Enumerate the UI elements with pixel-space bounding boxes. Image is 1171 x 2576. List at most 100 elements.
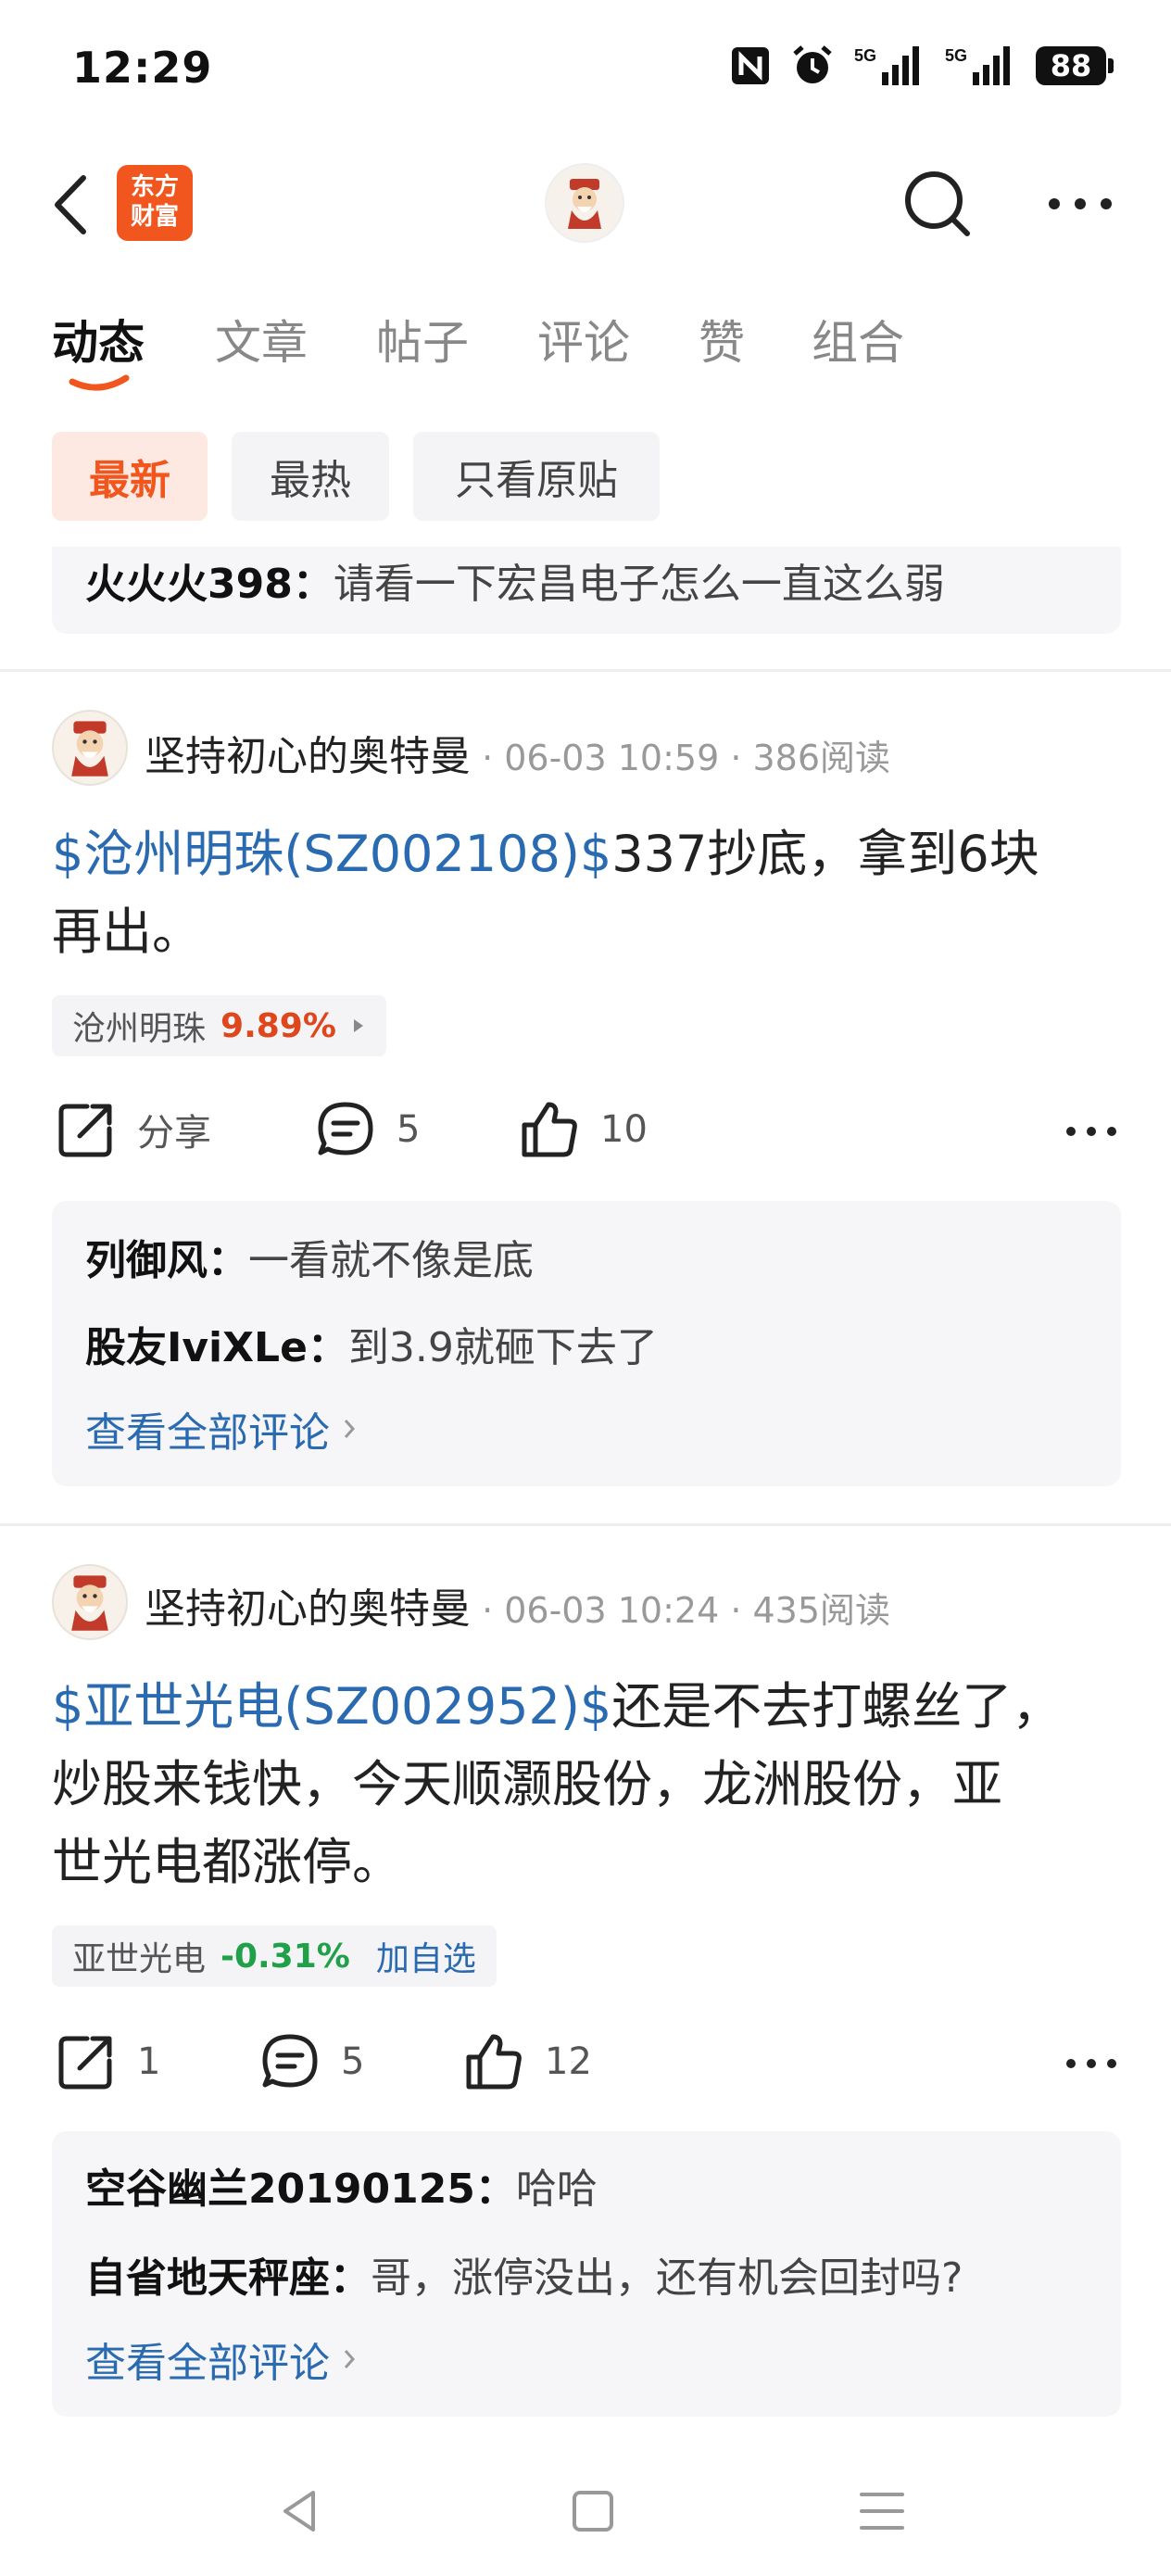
comment-icon	[262, 2034, 318, 2088]
stock-tag[interactable]: 亚世光电 -0.31% 加自选	[52, 1926, 497, 1987]
tab-posts[interactable]: 帖子	[376, 306, 469, 373]
view-all-label: 查看全部评论	[85, 1409, 330, 1457]
user-avatar[interactable]	[545, 163, 624, 243]
comment-line: 火火火398：请看一下宏昌电子怎么一直这么弱	[85, 550, 945, 610]
status-bar: 12:29 5G 5G 88	[0, 0, 1171, 139]
post-author-avatar[interactable]	[52, 1564, 128, 1640]
post-text-line: 还是不去打螺丝了，	[611, 1677, 1063, 1736]
nav-menu-icon[interactable]	[854, 2483, 910, 2539]
fortune-god-avatar-icon	[568, 179, 601, 229]
alarm-icon	[791, 44, 834, 87]
comment-text: 哥，涨停没出，还有机会回封吗?	[371, 2254, 963, 2302]
nfc-icon	[730, 44, 771, 87]
nav-home-icon[interactable]	[565, 2483, 621, 2539]
comment-line: 列御风：一看就不像是底	[85, 1227, 534, 1286]
post-author-name[interactable]: 坚持初心的奥特曼	[145, 733, 471, 780]
post-body[interactable]: $亚世光电(SZ002952)$还是不去打螺丝了， 炒股来钱快，今天顺灏股份，龙…	[52, 1668, 1127, 1901]
post-text-line: 世光电都涨停。	[52, 1833, 402, 1891]
more-dots-icon	[1049, 198, 1112, 209]
filter-original-only[interactable]: 只看原贴	[413, 432, 660, 521]
post-comments-preview[interactable]: 列御风：一看就不像是底 股友IviXLe：到3.9就砸下去了 查看全部评论	[52, 1201, 1121, 1486]
thumbs-up-icon	[522, 1102, 577, 1157]
system-nav-bar	[0, 2456, 1171, 2576]
comment-button[interactable]: 5	[315, 1099, 420, 1160]
post-comments-preview[interactable]: 空谷幽兰20190125：哈哈 自省地天秤座：哥，涨停没出，还有机会回封吗? 查…	[52, 2131, 1121, 2417]
profile-tabs: 动态 文章 帖子 评论 赞 组合	[0, 306, 1171, 398]
battery-indicator: 88	[1036, 46, 1114, 85]
view-all-comments-link[interactable]: 查看全部评论	[85, 1399, 356, 1458]
like-count: 10	[600, 1108, 648, 1151]
signal-1-label: 5G	[854, 46, 876, 65]
post-more-icon[interactable]	[1064, 1118, 1119, 1145]
comment-line: 自省地天秤座：哥，涨停没出，还有机会回封吗?	[85, 2244, 963, 2304]
like-button[interactable]: 12	[463, 2031, 592, 2092]
logo-line-1: 东方	[130, 173, 179, 201]
comment-text: 到3.9就砸下去了	[347, 1324, 658, 1371]
post-text-line: 再出。	[52, 903, 202, 961]
filter-latest[interactable]: 最新	[52, 432, 208, 521]
stock-link[interactable]: $亚世光电(SZ002952)$	[52, 1677, 611, 1736]
post-time-reads: · 06-03 10:59 · 386阅读	[471, 738, 891, 778]
post-author-avatar[interactable]	[52, 710, 128, 786]
post-body[interactable]: $沧州明珠(SZ002108)$337抄底，拿到6块 再出。	[52, 815, 1127, 971]
logo-line-2: 财富	[130, 203, 179, 231]
share-button[interactable]: 分享	[56, 1099, 211, 1160]
view-all-label: 查看全部评论	[85, 2340, 330, 2387]
top-header: 东方 财富	[0, 148, 1171, 259]
comment-line: 股友IviXLe：到3.9就砸下去了	[85, 1314, 658, 1373]
stock-link[interactable]: $沧州明珠(SZ002108)$	[52, 825, 611, 883]
post-meta: 坚持初心的奥特曼 · 06-03 10:24 · 435阅读	[145, 1575, 890, 1635]
tab-likes[interactable]: 赞	[699, 306, 745, 373]
status-time: 12:29	[72, 43, 213, 93]
back-button[interactable]	[48, 172, 94, 237]
comment-author[interactable]: 股友IviXLe：	[85, 1324, 348, 1371]
comment-author[interactable]: 空谷幽兰20190125：	[85, 2166, 516, 2213]
signal-5g-icon: 5G	[945, 44, 1015, 87]
comment-text: 哈哈	[515, 2166, 598, 2213]
fortune-god-avatar-icon	[71, 1575, 108, 1631]
stock-tag-name: 沧州明珠	[72, 1010, 207, 1048]
tab-articles[interactable]: 文章	[215, 306, 308, 373]
prev-comment-box[interactable]: 火火火398：请看一下宏昌电子怎么一直这么弱	[52, 547, 1121, 634]
like-button[interactable]: 10	[519, 1099, 648, 1160]
divider	[0, 1523, 1171, 1526]
view-all-comments-link[interactable]: 查看全部评论	[85, 2330, 356, 2389]
chevron-right-icon	[344, 1420, 356, 1438]
post-author-name[interactable]: 坚持初心的奥特曼	[145, 1585, 471, 1633]
share-button[interactable]: 1	[56, 2031, 160, 2092]
post-meta: 坚持初心的奥特曼 · 06-03 10:59 · 386阅读	[145, 723, 890, 782]
post-more-icon[interactable]	[1064, 2050, 1119, 2077]
comment-author[interactable]: 火火火398：	[85, 561, 334, 608]
share-icon	[58, 1104, 112, 1157]
share-count: 1	[137, 2040, 161, 2083]
signal-2-label: 5G	[945, 46, 967, 65]
search-button[interactable]	[899, 165, 976, 243]
comment-count: 5	[341, 2040, 365, 2083]
status-icons: 5G 5G 88	[730, 44, 1114, 87]
thumbs-up-icon	[466, 2034, 522, 2090]
comment-author[interactable]: 自省地天秤座：	[85, 2254, 371, 2302]
filter-hot[interactable]: 最热	[232, 432, 389, 521]
post-text-line: 337抄底，拿到6块	[611, 825, 1039, 883]
nav-back-icon[interactable]	[272, 2483, 328, 2539]
comment-text: 一看就不像是底	[248, 1237, 534, 1284]
play-arrow-icon	[353, 1019, 363, 1032]
share-icon	[58, 2036, 112, 2090]
comment-line: 空谷幽兰20190125：哈哈	[85, 2155, 598, 2215]
divider	[0, 669, 1171, 672]
stock-tag-change: 9.89%	[220, 1006, 336, 1045]
comment-icon	[318, 1102, 373, 1155]
tab-comments[interactable]: 评论	[537, 306, 630, 373]
tab-dynamic[interactable]: 动态	[52, 306, 145, 373]
comment-author[interactable]: 列御风：	[85, 1237, 248, 1284]
more-button[interactable]	[1043, 185, 1117, 222]
add-to-watchlist-button[interactable]: 加自选	[376, 1932, 476, 1980]
comment-button[interactable]: 5	[259, 2031, 364, 2092]
comment-count: 5	[397, 1108, 421, 1151]
stock-tag[interactable]: 沧州明珠 9.89%	[52, 995, 386, 1056]
comment-text: 请看一下宏昌电子怎么一直这么弱	[333, 561, 945, 608]
chevron-right-icon	[344, 2350, 356, 2368]
tab-portfolio[interactable]: 组合	[812, 306, 904, 373]
share-label: 分享	[137, 1112, 211, 1155]
app-logo[interactable]: 东方 财富	[117, 165, 193, 241]
